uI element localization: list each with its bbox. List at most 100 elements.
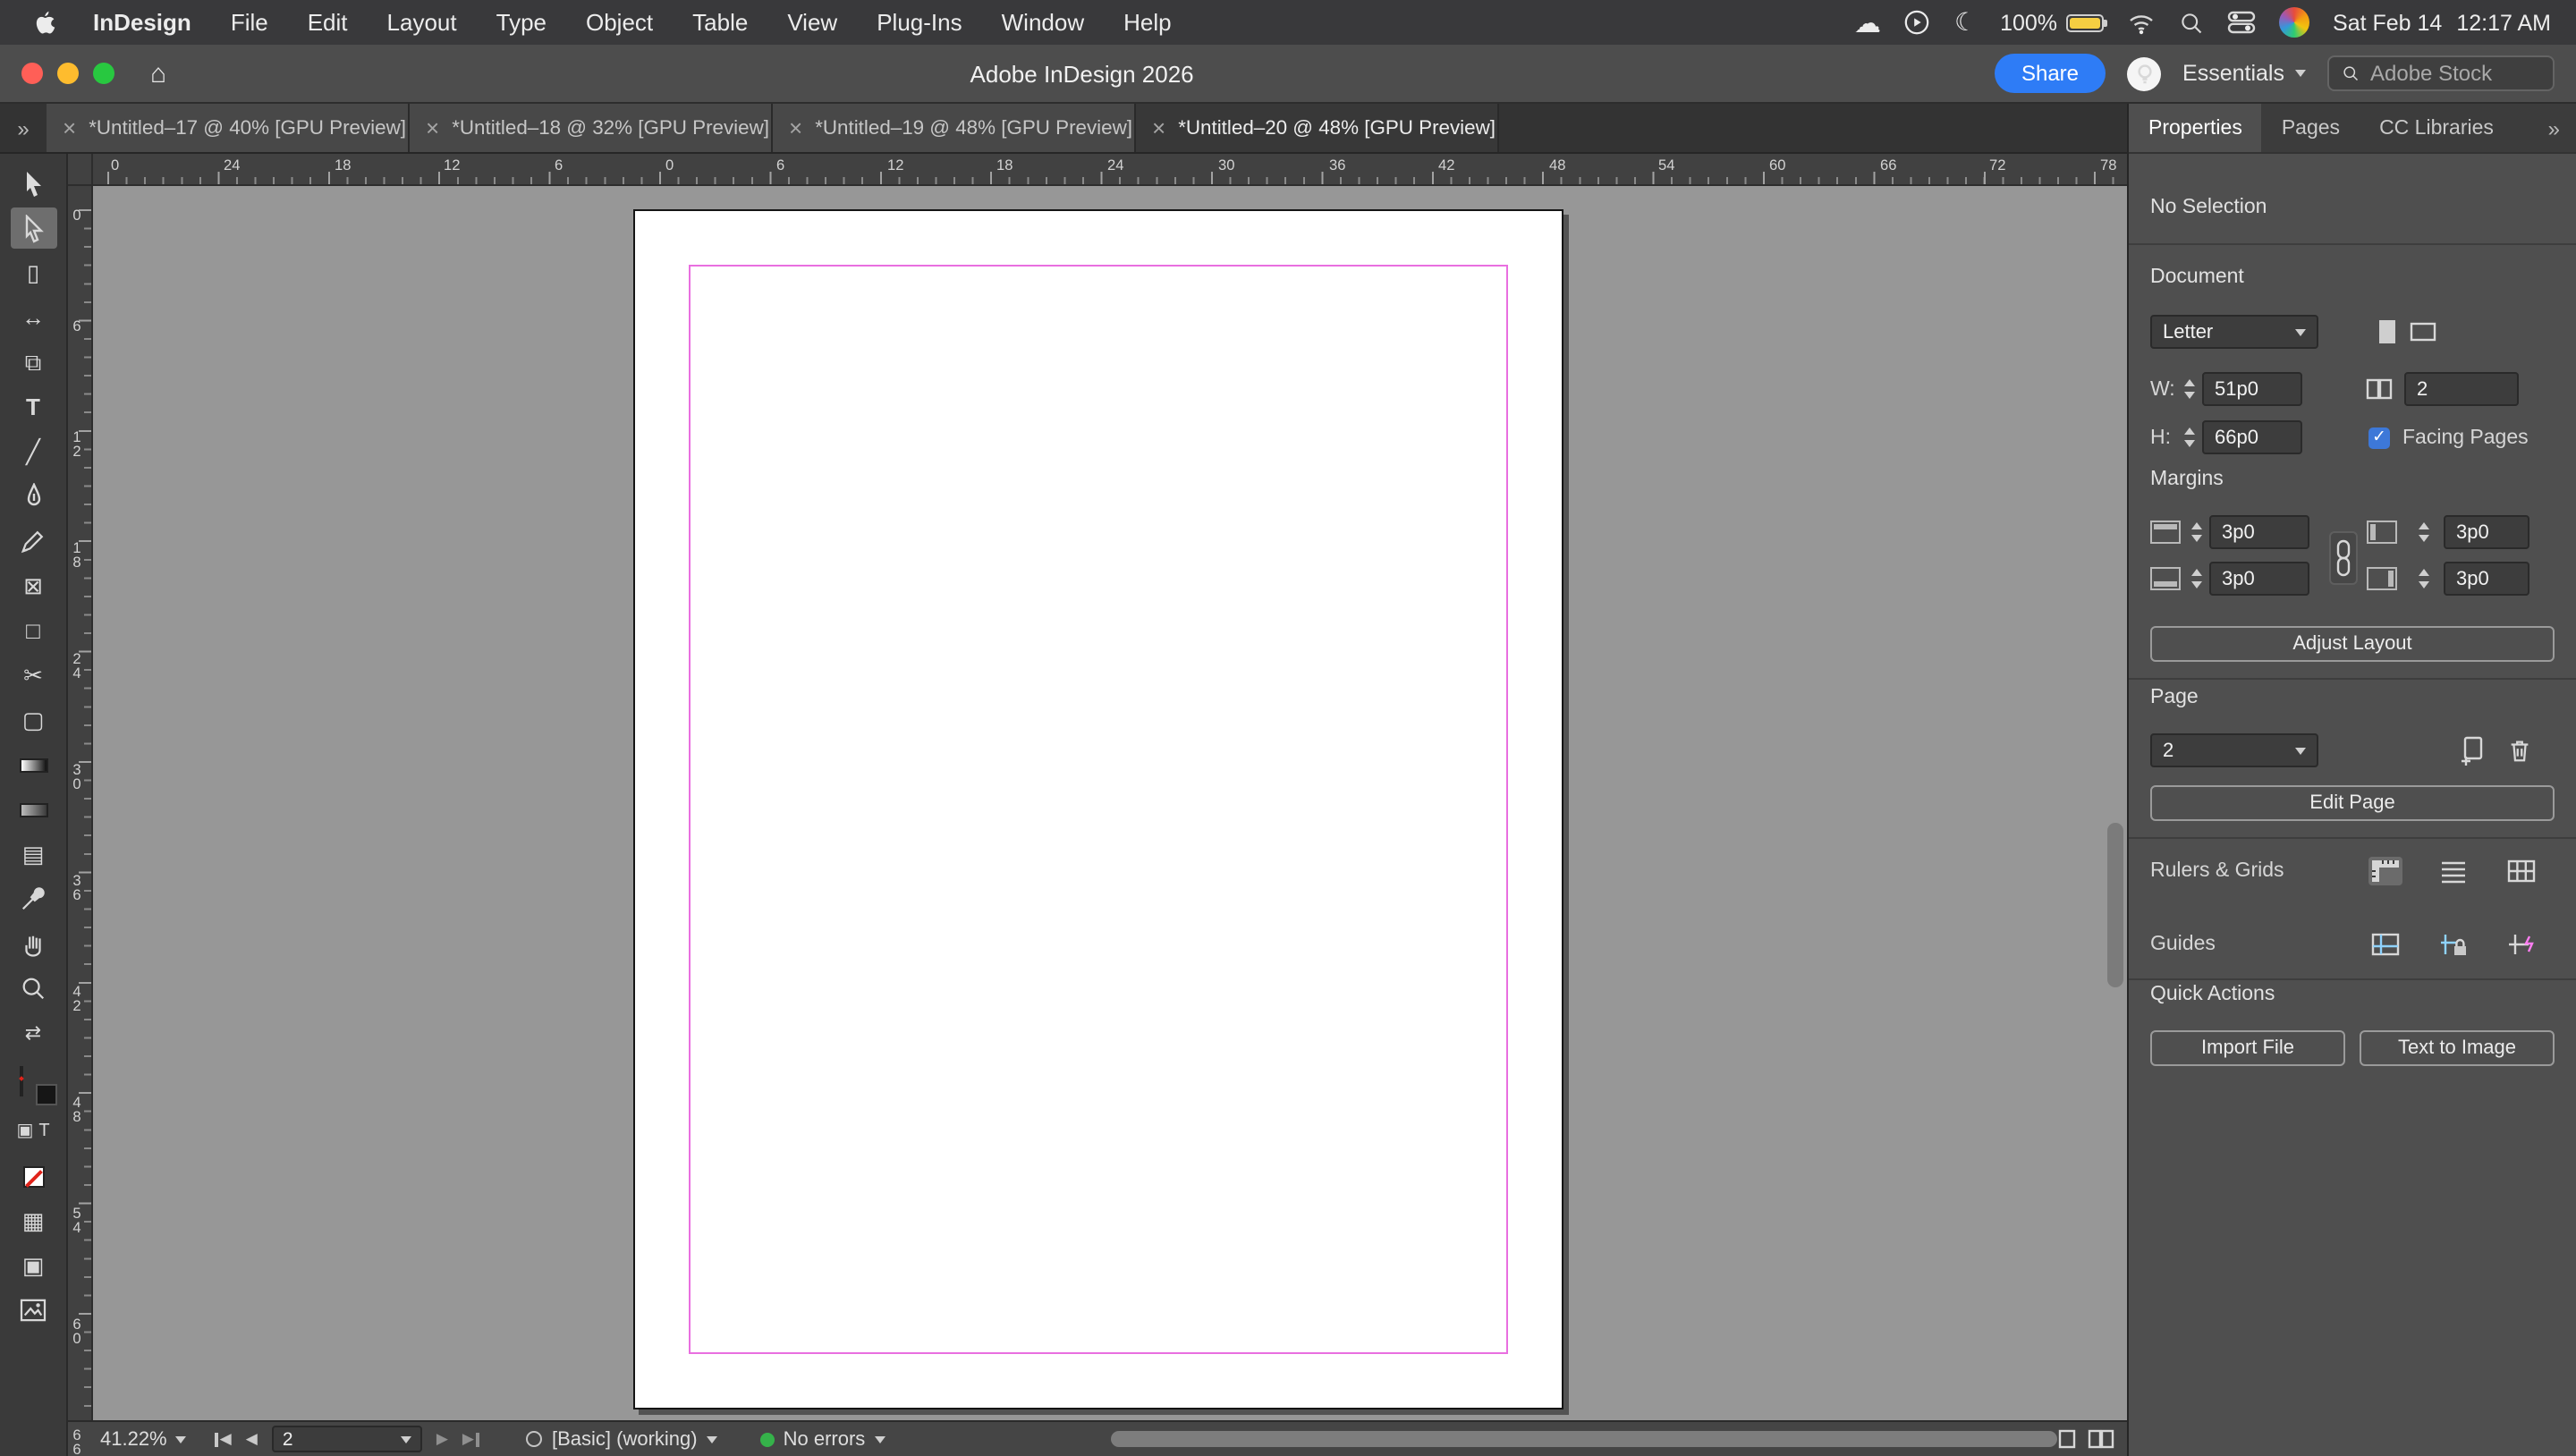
menu-object[interactable]: Object: [566, 0, 673, 45]
smart-guides-icon[interactable]: [2504, 930, 2538, 959]
close-icon[interactable]: ×: [1152, 114, 1165, 141]
minimize-window-button[interactable]: [57, 63, 79, 84]
hand-tool[interactable]: [10, 923, 56, 964]
margin-bottom-stepper[interactable]: [2186, 570, 2206, 588]
tab-properties[interactable]: Properties: [2129, 104, 2262, 152]
close-icon[interactable]: ×: [789, 114, 802, 141]
single-page-view-icon[interactable]: [2055, 1429, 2079, 1449]
margin-inside-stepper[interactable]: [2413, 523, 2433, 542]
adjust-layout-button[interactable]: Adjust Layout: [2150, 626, 2555, 662]
menu-help[interactable]: Help: [1104, 0, 1191, 45]
page-number-dropdown[interactable]: 2: [272, 1426, 422, 1452]
pages-count-field[interactable]: 2: [2404, 372, 2519, 406]
show-guides-icon[interactable]: [2368, 930, 2402, 959]
text-to-image-button[interactable]: Text to Image: [2360, 1030, 2555, 1066]
doc-tab-untitled-17[interactable]: × *Untitled–17 @ 40% [GPU Preview]: [47, 104, 410, 152]
vertical-ruler[interactable]: 0 6 12 18 24 30 36 42 48 54 60 66: [68, 186, 93, 1420]
close-window-button[interactable]: [21, 63, 43, 84]
apply-none-swatch[interactable]: [10, 1155, 56, 1197]
margin-outside-field[interactable]: 3p0: [2444, 562, 2529, 596]
zoom-level-dropdown[interactable]: 41.22%: [100, 1428, 187, 1450]
apple-menu[interactable]: [14, 9, 73, 36]
gap-tool[interactable]: ↔: [10, 297, 56, 338]
previous-page-button[interactable]: ◀: [246, 1429, 258, 1449]
menu-edit[interactable]: Edit: [288, 0, 368, 45]
menu-layout[interactable]: Layout: [368, 0, 477, 45]
margin-inside-field[interactable]: 3p0: [2444, 515, 2529, 549]
gradient-feather-tool[interactable]: [10, 789, 56, 830]
fill-stroke-swatches[interactable]: [10, 1057, 56, 1107]
vertical-scrollbar[interactable]: [2107, 823, 2123, 987]
margin-bottom-field[interactable]: 3p0: [2209, 562, 2309, 596]
margin-outside-stepper[interactable]: [2413, 570, 2433, 588]
playback-icon[interactable]: [1904, 9, 1931, 36]
delete-page-icon[interactable]: [2506, 737, 2533, 764]
toolbar-expand-icon[interactable]: »: [0, 104, 47, 152]
horizontal-ruler[interactable]: 0 24 18 12 6 0 6 12 18 24 30 36: [93, 154, 2127, 184]
preflight-errors-dropdown[interactable]: No errors: [784, 1428, 886, 1450]
share-button[interactable]: Share: [1995, 54, 2106, 93]
home-icon[interactable]: ⌂: [150, 58, 166, 89]
workspace-switcher[interactable]: Essentials: [2182, 61, 2306, 86]
doc-tab-untitled-20[interactable]: × *Untitled–20 @ 48% [GPU Preview]: [1136, 104, 1499, 152]
spread-view-icon[interactable]: [2088, 1429, 2114, 1449]
zoom-window-button[interactable]: [93, 63, 114, 84]
baseline-grid-icon[interactable]: [2436, 857, 2470, 885]
tab-pages[interactable]: Pages: [2262, 104, 2360, 152]
lock-guides-icon[interactable]: [2436, 930, 2470, 959]
menu-indesign[interactable]: InDesign: [73, 0, 211, 45]
control-center-icon[interactable]: [2227, 11, 2256, 34]
menu-window[interactable]: Window: [982, 0, 1105, 45]
menu-type[interactable]: Type: [477, 0, 566, 45]
swap-fill-stroke-icon[interactable]: ⇄: [10, 1012, 56, 1054]
menu-table[interactable]: Table: [673, 0, 767, 45]
creative-cloud-icon[interactable]: ☁: [1854, 6, 1881, 38]
free-transform-tool[interactable]: ▢: [10, 699, 56, 741]
wifi-icon[interactable]: [2127, 10, 2156, 35]
width-stepper[interactable]: [2179, 380, 2199, 399]
document-page[interactable]: [633, 209, 1563, 1409]
add-page-icon[interactable]: [2458, 735, 2487, 766]
rectangle-frame-tool[interactable]: ⊠: [10, 565, 56, 606]
content-placer-icon[interactable]: [10, 1290, 56, 1331]
scissors-tool[interactable]: ✂: [10, 655, 56, 696]
content-collector-tool[interactable]: ⧉: [10, 342, 56, 383]
adobe-stock-search[interactable]: Adobe Stock: [2327, 55, 2555, 91]
direct-selection-tool[interactable]: [10, 207, 56, 249]
import-file-button[interactable]: Import File: [2150, 1030, 2345, 1066]
doc-tab-untitled-19[interactable]: × *Untitled–19 @ 48% [GPU Preview]: [773, 104, 1136, 152]
preflight-menu-icon[interactable]: [525, 1431, 541, 1447]
spotlight-icon[interactable]: [2179, 10, 2204, 35]
pen-tool[interactable]: [10, 476, 56, 517]
margin-top-field[interactable]: 3p0: [2209, 515, 2309, 549]
menu-file[interactable]: File: [211, 0, 288, 45]
horizontal-scrollbar[interactable]: [1111, 1431, 2057, 1447]
width-field[interactable]: 51p0: [2202, 372, 2302, 406]
panel-collapse-icon[interactable]: »: [2532, 104, 2576, 152]
zoom-tool[interactable]: [10, 968, 56, 1009]
rectangle-tool[interactable]: □: [10, 610, 56, 651]
height-stepper[interactable]: [2179, 428, 2199, 447]
close-icon[interactable]: ×: [63, 114, 76, 141]
selection-tool[interactable]: [10, 163, 56, 204]
pasteboard-canvas[interactable]: [93, 186, 2127, 1420]
orientation-portrait-button[interactable]: [2376, 318, 2399, 345]
page-tool[interactable]: ▯: [10, 252, 56, 293]
menu-view[interactable]: View: [767, 0, 857, 45]
tab-cc-libraries[interactable]: CC Libraries: [2360, 104, 2513, 152]
current-page-dropdown[interactable]: 2: [2150, 733, 2318, 767]
user-avatar[interactable]: [2279, 7, 2309, 38]
next-page-button[interactable]: ▶: [436, 1429, 448, 1449]
line-tool[interactable]: ╱: [10, 431, 56, 472]
eyedropper-tool[interactable]: [10, 878, 56, 919]
menubar-clock[interactable]: Sat Feb 14 12:17 AM: [2333, 10, 2551, 35]
show-rulers-icon[interactable]: [2368, 857, 2402, 885]
focus-moon-icon[interactable]: ☾: [1954, 7, 1977, 38]
document-grid-icon[interactable]: [2504, 857, 2538, 885]
screen-mode-icon[interactable]: ▣: [10, 1245, 56, 1286]
formatting-affects-controls[interactable]: ▣ T: [10, 1111, 56, 1152]
last-page-button[interactable]: ▶: [462, 1429, 479, 1449]
close-icon[interactable]: ×: [426, 114, 439, 141]
preflight-profile-dropdown[interactable]: [Basic] (working): [552, 1428, 717, 1450]
ruler-origin-corner[interactable]: [68, 154, 93, 184]
